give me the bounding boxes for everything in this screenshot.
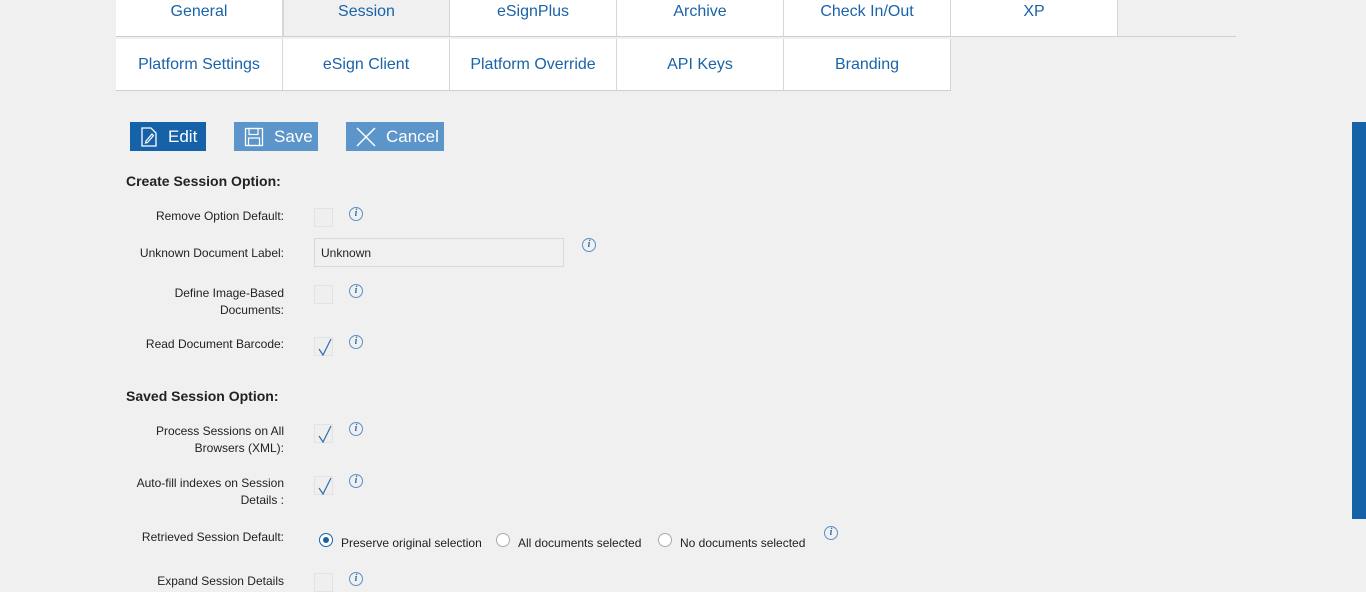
read-document-barcode-checkbox[interactable]	[314, 337, 333, 357]
tab-check-in-out[interactable]: Check In/Out	[784, 0, 951, 36]
close-icon	[356, 126, 376, 147]
process-sessions-label: Process Sessions on All Browsers (XML):	[155, 424, 284, 455]
tab-branding[interactable]: Branding	[784, 39, 951, 90]
tab-platform-override[interactable]: Platform Override	[450, 39, 617, 90]
info-icon[interactable]: i	[349, 284, 363, 298]
tab-platform-settings[interactable]: Platform Settings	[116, 39, 283, 90]
expand-session-details-label: Expand Session Details	[157, 574, 284, 588]
info-icon[interactable]: i	[349, 335, 363, 349]
unknown-document-label-label: Unknown Document Label:	[139, 246, 284, 260]
radio-preserve-original-label: Preserve original selection	[341, 536, 482, 550]
create-session-title: Create Session Option:	[126, 173, 281, 189]
auto-fill-checkbox[interactable]	[314, 476, 333, 496]
secondary-tabs: Platform Settings eSign Client Platform …	[116, 39, 951, 91]
define-image-based-label: Define Image-Based Documents:	[174, 286, 284, 317]
tab-divider	[116, 36, 1236, 37]
info-icon[interactable]: i	[349, 474, 363, 488]
radio-preserve-original[interactable]	[319, 533, 333, 547]
info-icon[interactable]: i	[824, 526, 838, 540]
info-icon[interactable]: i	[582, 238, 596, 252]
info-icon[interactable]: i	[349, 207, 363, 221]
info-icon[interactable]: i	[349, 572, 363, 586]
read-document-barcode-label: Read Document Barcode:	[145, 337, 284, 351]
tab-esign-client[interactable]: eSign Client	[283, 39, 450, 90]
tab-archive[interactable]: Archive	[617, 0, 784, 36]
tab-session[interactable]: Session	[283, 0, 450, 36]
cancel-button[interactable]: Cancel	[346, 122, 444, 151]
saved-session-title: Saved Session Option:	[126, 388, 279, 404]
retrieved-session-default-label: Retrieved Session Default:	[141, 530, 284, 544]
tab-esignplus[interactable]: eSignPlus	[450, 0, 617, 36]
remove-option-default-checkbox[interactable]	[314, 208, 333, 227]
edit-button[interactable]: Edit	[130, 122, 206, 151]
save-icon	[244, 127, 264, 147]
tab-api-keys[interactable]: API Keys	[617, 39, 784, 90]
primary-tabs: General Session eSignPlus Archive Check …	[116, 0, 1118, 36]
process-sessions-checkbox[interactable]	[314, 424, 333, 444]
edit-button-label: Edit	[168, 126, 198, 146]
radio-all-documents[interactable]	[496, 533, 510, 547]
tab-general[interactable]: General	[116, 0, 283, 36]
info-icon[interactable]: i	[349, 422, 363, 436]
save-button[interactable]: Save	[234, 122, 318, 151]
expand-session-details-checkbox[interactable]	[314, 573, 333, 592]
unknown-document-label-input[interactable]	[314, 238, 564, 267]
radio-no-documents[interactable]	[658, 533, 672, 547]
side-panel-edge[interactable]	[1352, 122, 1366, 519]
tab-xp[interactable]: XP	[951, 0, 1118, 36]
radio-no-documents-label: No documents selected	[680, 536, 806, 550]
checkmark-icon	[318, 425, 332, 444]
remove-option-default-label: Remove Option Default:	[155, 209, 284, 223]
checkmark-icon	[318, 477, 332, 496]
save-button-label: Save	[274, 126, 313, 146]
edit-icon	[140, 126, 158, 147]
auto-fill-label: Auto-fill indexes on Session Details :	[136, 476, 284, 507]
cancel-button-label: Cancel	[386, 126, 439, 146]
radio-all-documents-label: All documents selected	[518, 536, 642, 550]
define-image-based-checkbox[interactable]	[314, 285, 333, 304]
checkmark-icon	[318, 338, 332, 357]
